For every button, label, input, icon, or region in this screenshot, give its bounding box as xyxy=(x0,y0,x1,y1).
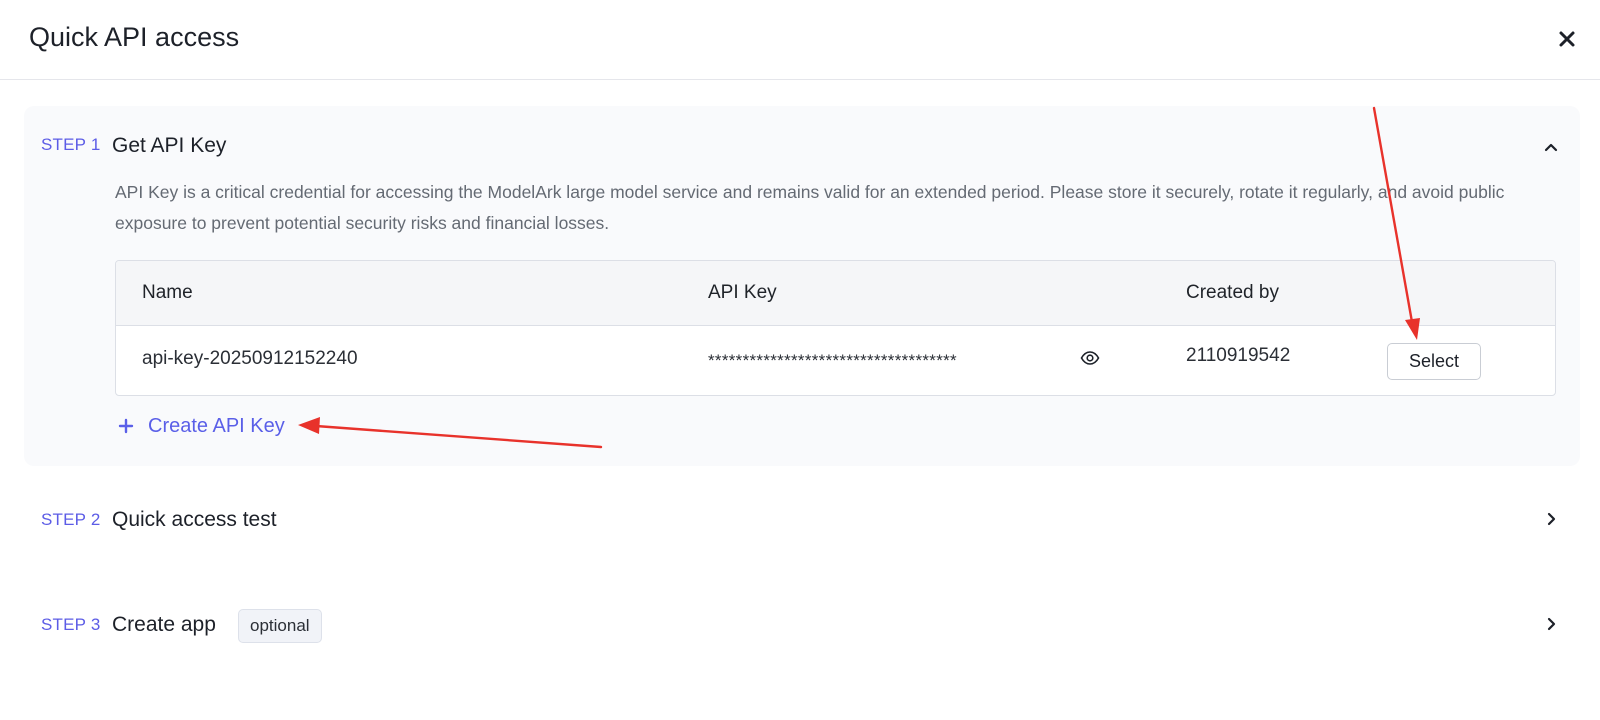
create-api-key-link[interactable]: Create API Key xyxy=(118,412,285,440)
close-icon xyxy=(1559,31,1575,47)
api-key-table: Name API Key Created by api-key-20250912… xyxy=(115,260,1556,396)
column-header-created-by: Created by xyxy=(1186,282,1279,303)
chevron-right-icon xyxy=(1547,617,1556,631)
table-header xyxy=(116,261,1555,326)
row-name-cell: api-key-20250912152240 xyxy=(142,348,358,369)
step-2-expand-toggle[interactable] xyxy=(1542,510,1560,528)
close-button[interactable] xyxy=(1554,26,1580,52)
step-3-expand-toggle[interactable] xyxy=(1542,615,1560,633)
chevron-right-icon xyxy=(1547,512,1556,526)
chevron-up-icon xyxy=(1544,143,1558,152)
modal-title: Quick API access xyxy=(29,22,240,52)
row-created-by-cell: 2110919542 xyxy=(1186,345,1291,366)
step-1-description: API Key is a critical credential for acc… xyxy=(115,182,1505,233)
step-2-title[interactable]: Quick access test xyxy=(112,508,277,532)
column-header-name: Name xyxy=(142,282,193,303)
select-button[interactable]: Select xyxy=(1387,343,1481,380)
row-api-key-cell: ************************************ xyxy=(708,351,957,370)
step-2-label: STEP 2 xyxy=(41,510,101,529)
column-header-api-key: API Key xyxy=(708,282,777,303)
eye-icon xyxy=(1080,351,1100,365)
step-1-label: STEP 1 xyxy=(41,135,101,154)
modal-header: Quick API access xyxy=(0,0,1600,80)
step-3-label: STEP 3 xyxy=(41,615,101,634)
create-api-key-label: Create API Key xyxy=(148,414,285,437)
optional-badge: optional xyxy=(238,609,322,643)
step-1-collapse-toggle[interactable] xyxy=(1542,138,1560,156)
plus-icon xyxy=(118,418,134,434)
reveal-key-button[interactable] xyxy=(1080,350,1100,366)
step-3-title[interactable]: Create app xyxy=(112,613,216,637)
step-1-title[interactable]: Get API Key xyxy=(112,134,226,158)
